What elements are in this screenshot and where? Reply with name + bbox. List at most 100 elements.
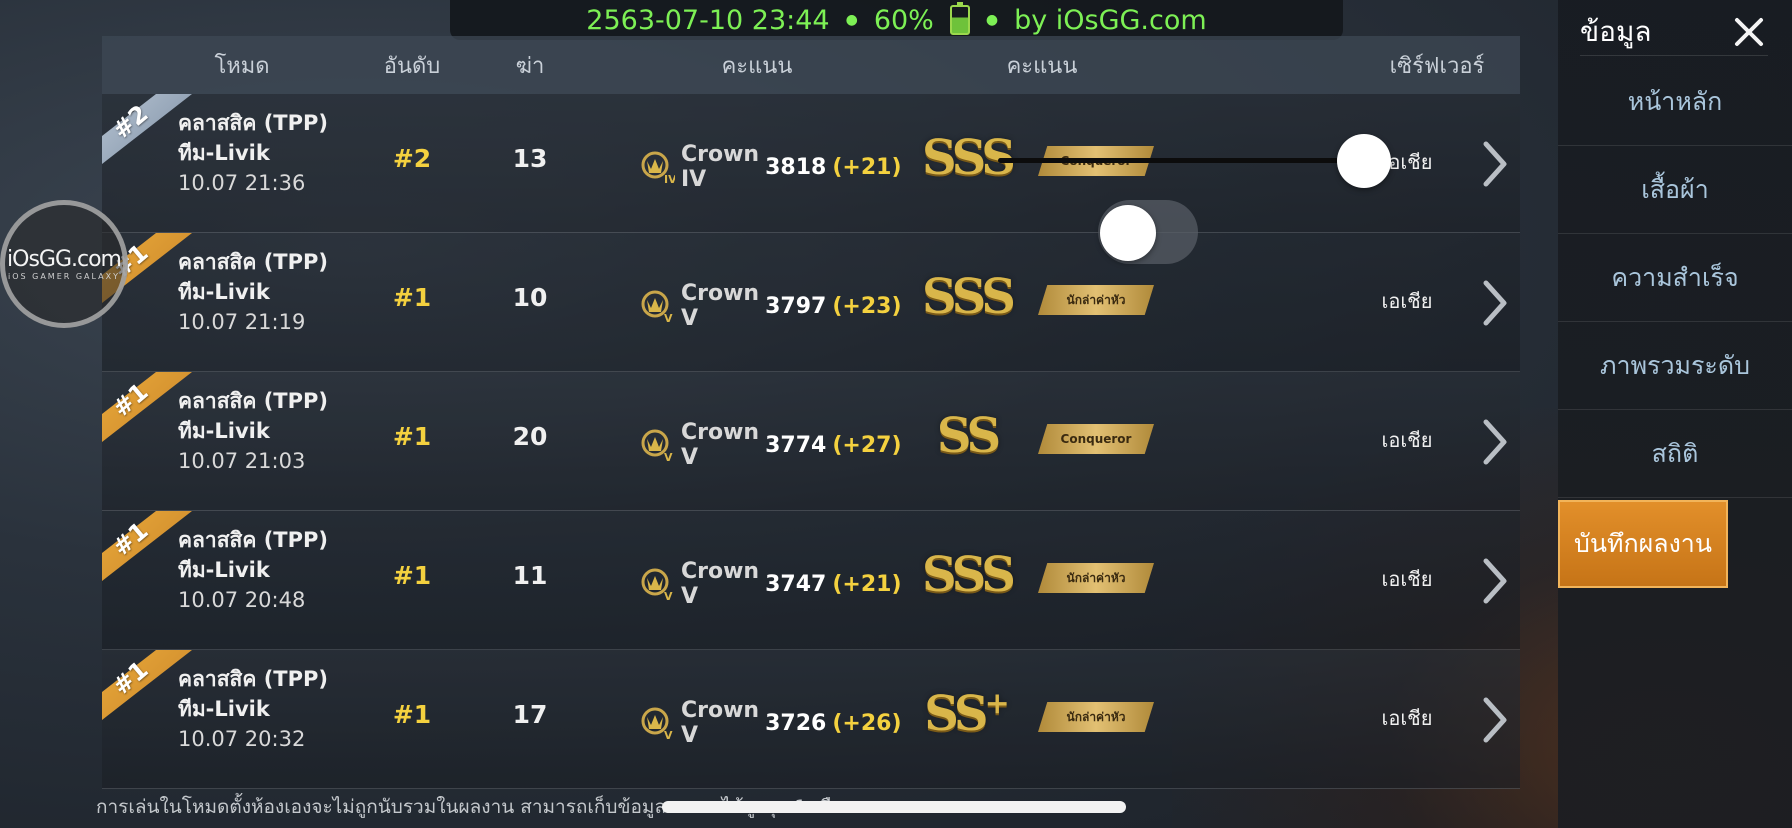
match-server: เอเชีย: [1381, 289, 1433, 313]
match-info: คลาสสิค (TPP) ทีม-Livik 10.07 20:48: [178, 525, 328, 615]
match-date: 10.07 21:03: [178, 449, 306, 473]
match-mode: คลาสสิค (TPP): [178, 250, 329, 274]
match-date: 10.07 20:48: [178, 588, 306, 612]
slider-handle[interactable]: [1337, 134, 1391, 188]
tier-delta: (+21): [832, 571, 902, 597]
match-history-table: โหมด อันดับ ฆ่า คะแนน คะแนน เซิร์ฟเวอร์ …: [102, 36, 1520, 789]
separator-dot: ●: [845, 12, 858, 28]
match-mode: คลาสสิค (TPP): [178, 528, 329, 552]
table-header: โหมด อันดับ ฆ่า คะแนน คะแนน เซิร์ฟเวอร์: [102, 36, 1520, 94]
chevron-right-icon[interactable]: [1480, 551, 1510, 611]
match-map: ทีม-Livik: [178, 280, 270, 304]
match-mode: คลาสสิค (TPP): [178, 667, 329, 691]
crown-tier-icon: V: [641, 707, 673, 741]
tier-score: V Crown V 3774 (+27): [637, 420, 902, 470]
match-date: 10.07 21:36: [178, 171, 306, 195]
header-server: เซิร์ฟเวอร์: [1389, 53, 1485, 79]
table-row[interactable]: #1 คลาสสิค (TPP) ทีม-Livik 10.07 21:19 #…: [102, 233, 1520, 372]
match-mode: คลาสสิค (TPP): [178, 111, 329, 135]
tier-name: Crown IV: [681, 142, 760, 192]
match-kills: 10: [512, 283, 548, 312]
match-grade: SSS: [922, 269, 1016, 325]
table-row[interactable]: #2 คลาสสิค (TPP) ทีม-Livik 10.07 21:36 #…: [102, 94, 1520, 233]
svg-text:V: V: [664, 729, 673, 741]
match-rank: #1: [392, 700, 432, 729]
side-nav-item[interactable]: บันทึกผลงาน: [1558, 500, 1728, 588]
title-badge: นักล่าค่าหัว: [1038, 285, 1154, 315]
table-row[interactable]: #1 คลาสสิค (TPP) ทีม-Livik 10.07 20:32 #…: [102, 650, 1520, 789]
title-badge: Conqueror: [1038, 424, 1154, 454]
tier-points: 3797: [765, 293, 827, 319]
watermark-subtext: iOS GAMER GALAXY: [7, 272, 121, 281]
match-info: คลาสสิค (TPP) ทีม-Livik 10.07 21:36: [178, 108, 328, 198]
table-row[interactable]: #1 คลาสสิค (TPP) ทีม-Livik 10.07 20:48 #…: [102, 511, 1520, 650]
match-rank: #1: [392, 283, 432, 312]
match-server: เอเชีย: [1381, 428, 1433, 452]
match-kills: 13: [512, 144, 548, 173]
crown-tier-icon: V: [641, 290, 673, 324]
match-kills: 20: [512, 422, 548, 451]
header-score: คะแนน: [721, 53, 793, 79]
tier-score: V Crown V 3726 (+26): [637, 698, 902, 748]
assistive-toggle[interactable]: [1098, 200, 1198, 264]
tier-points: 3774: [765, 432, 827, 458]
title-badge: นักล่าค่าหัว: [1038, 563, 1154, 593]
match-server: เอเชีย: [1381, 706, 1433, 730]
tier-score: V Crown V 3747 (+21): [637, 559, 902, 609]
match-grade: SSS: [922, 547, 1016, 603]
tier-delta: (+27): [832, 432, 902, 458]
match-grade: SS+: [924, 686, 1010, 742]
match-map: ทีม-Livik: [178, 141, 270, 165]
chevron-right-icon[interactable]: [1480, 134, 1510, 194]
status-battery: 60%: [873, 4, 934, 36]
tier-points: 3747: [765, 571, 827, 597]
svg-text:V: V: [664, 451, 673, 463]
watermark-logo: iOsGG.com iOS GAMER GALAXY: [0, 200, 128, 328]
match-kills: 17: [512, 700, 548, 729]
status-by: by iOsGG.com: [1014, 4, 1207, 36]
side-nav-item[interactable]: สถิติ: [1558, 410, 1792, 498]
match-date: 10.07 20:32: [178, 727, 306, 751]
title-badge: นักล่าค่าหัว: [1038, 702, 1154, 732]
crown-tier-icon: V: [641, 568, 673, 602]
status-banner: 2563-07-10 23:44 ● 60% ● by iOsGG.com: [450, 0, 1343, 40]
header-rank: อันดับ: [383, 53, 441, 79]
chevron-right-icon[interactable]: [1480, 273, 1510, 333]
toggle-knob[interactable]: [1100, 205, 1156, 261]
chevron-right-icon[interactable]: [1480, 690, 1510, 750]
match-info: คลาสสิค (TPP) ทีม-Livik 10.07 20:32: [178, 664, 328, 754]
table-row[interactable]: #1 คลาสสิค (TPP) ทีม-Livik 10.07 21:03 #…: [102, 372, 1520, 511]
svg-text:V: V: [664, 312, 673, 324]
tier-name: Crown V: [681, 281, 760, 331]
header-mode: โหมด: [214, 53, 270, 79]
side-nav-item[interactable]: หน้าหลัก: [1558, 58, 1792, 146]
tier-points: 3726: [765, 710, 827, 736]
match-info: คลาสสิค (TPP) ทีม-Livik 10.07 21:19: [178, 247, 328, 337]
watermark-text: iOsGG.com: [7, 247, 122, 272]
tier-points: 3818: [765, 154, 827, 180]
home-indicator[interactable]: [662, 801, 1126, 813]
header-kills: ฆ่า: [515, 53, 545, 79]
tier-delta: (+21): [832, 154, 902, 180]
slider-track[interactable]: [998, 158, 1364, 163]
side-nav-item[interactable]: เสื้อผ้า: [1558, 146, 1792, 234]
match-map: ทีม-Livik: [178, 697, 270, 721]
battery-icon: [949, 2, 970, 35]
match-map: ทีม-Livik: [178, 558, 270, 582]
panel-header: ข้อมูล: [1580, 8, 1768, 56]
chevron-right-icon[interactable]: [1480, 412, 1510, 472]
separator-dot: ●: [985, 12, 999, 28]
side-nav-item[interactable]: ภาพรวมระดับ: [1558, 322, 1792, 410]
match-kills: 11: [512, 561, 548, 590]
svg-text:IV: IV: [664, 173, 675, 185]
match-rank: #1: [392, 422, 432, 451]
match-mode: คลาสสิค (TPP): [178, 389, 329, 413]
tier-delta: (+23): [832, 293, 902, 319]
match-date: 10.07 21:19: [178, 310, 306, 334]
match-rank: #2: [392, 144, 432, 173]
match-server: เอเชีย: [1381, 567, 1433, 591]
side-nav-item[interactable]: ความสำเร็จ: [1558, 234, 1792, 322]
close-icon[interactable]: [1728, 12, 1768, 52]
crown-tier-icon: V: [641, 429, 673, 463]
table-body: #2 คลาสสิค (TPP) ทีม-Livik 10.07 21:36 #…: [102, 94, 1520, 789]
